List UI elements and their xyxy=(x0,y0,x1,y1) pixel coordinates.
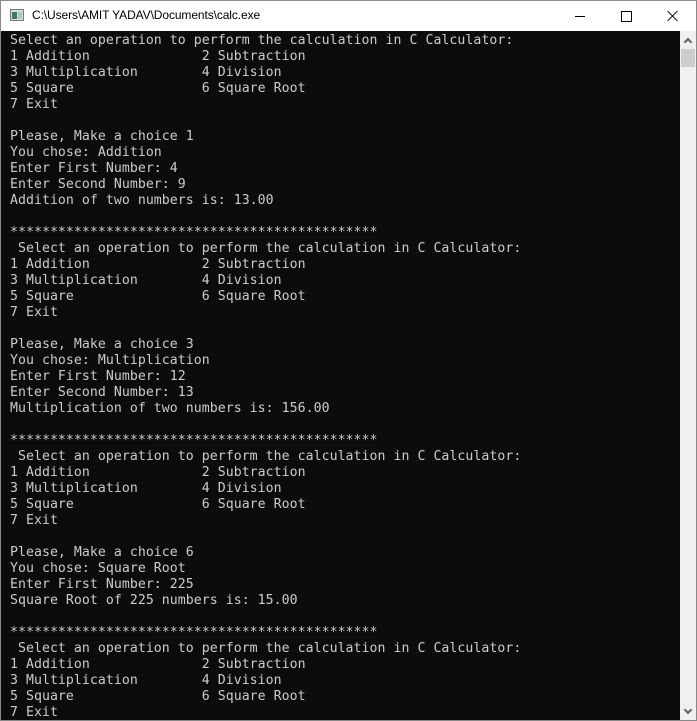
console-line: 3 Multiplication 4 Division xyxy=(10,673,282,688)
console-line: Enter Second Number: 13 xyxy=(10,385,194,400)
console-line: Please, Make a choice 3 xyxy=(10,337,194,352)
scroll-down-button[interactable] xyxy=(680,703,696,720)
console-line: Please, Make a choice 1 xyxy=(10,129,194,144)
console-line: 5 Square 6 Square Root xyxy=(10,81,306,96)
console-text: Select an operation to perform the calcu… xyxy=(1,31,680,720)
minimize-icon xyxy=(575,15,585,17)
console-line: Enter Second Number: 9 xyxy=(10,177,186,192)
console-line: 3 Multiplication 4 Division xyxy=(10,273,282,288)
console-line: Addition of two numbers is: 13.00 xyxy=(10,193,274,208)
maximize-button[interactable] xyxy=(603,1,649,31)
console-line: Enter First Number: 225 xyxy=(10,577,194,592)
console-window: C:\Users\AMIT YADAV\Documents\calc.exe S… xyxy=(0,0,697,721)
console-line: 1 Addition 2 Subtraction xyxy=(10,465,306,480)
console-line: 7 Exit xyxy=(10,513,58,528)
console-line: 5 Square 6 Square Root xyxy=(10,497,306,512)
chevron-up-icon xyxy=(683,37,693,46)
console-line: 7 Exit xyxy=(10,305,58,320)
vertical-scrollbar[interactable] xyxy=(680,31,696,720)
scrollbar-thumb[interactable] xyxy=(681,49,695,67)
window-title: C:\Users\AMIT YADAV\Documents\calc.exe xyxy=(32,8,261,22)
maximize-icon xyxy=(620,10,632,22)
console-line: 3 Multiplication 4 Division xyxy=(10,65,282,80)
console-line: Please, Make a choice 6 xyxy=(10,545,194,560)
console-line: Enter First Number: 12 xyxy=(10,369,186,384)
console-line: Select an operation to perform the calcu… xyxy=(10,641,522,656)
console-line: ****************************************… xyxy=(10,433,378,448)
console-line: Multiplication of two numbers is: 156.00 xyxy=(10,401,330,416)
console-line: 5 Square 6 Square Root xyxy=(10,689,306,704)
console-line: 1 Addition 2 Subtraction xyxy=(10,49,306,64)
console-line: Select an operation to perform the calcu… xyxy=(10,241,522,256)
console-app-icon[interactable] xyxy=(10,9,24,21)
console-line: You chose: Addition xyxy=(10,145,162,160)
title-bar[interactable]: C:\Users\AMIT YADAV\Documents\calc.exe xyxy=(1,1,696,31)
console-line: You chose: Multiplication xyxy=(10,353,210,368)
console-output[interactable]: Select an operation to perform the calcu… xyxy=(1,31,680,720)
scroll-up-button[interactable] xyxy=(680,31,696,48)
console-line: ****************************************… xyxy=(10,225,378,240)
console-line: 7 Exit xyxy=(10,705,58,720)
console-line: ****************************************… xyxy=(10,625,378,640)
console-line: Square Root of 225 numbers is: 15.00 xyxy=(10,593,298,608)
console-line: Enter First Number: 4 xyxy=(10,161,178,176)
console-line: Select an operation to perform the calcu… xyxy=(10,33,514,48)
console-line: You chose: Square Root xyxy=(10,561,186,576)
console-line: 1 Addition 2 Subtraction xyxy=(10,257,306,272)
chevron-down-icon xyxy=(683,705,693,714)
console-line: Select an operation to perform the calcu… xyxy=(10,449,522,464)
minimize-button[interactable] xyxy=(557,1,603,31)
console-line: 7 Exit xyxy=(10,97,58,112)
console-line: 1 Addition 2 Subtraction xyxy=(10,657,306,672)
console-line: 5 Square 6 Square Root xyxy=(10,289,306,304)
close-button[interactable] xyxy=(650,1,696,31)
close-icon xyxy=(667,10,679,22)
console-line: 3 Multiplication 4 Division xyxy=(10,481,282,496)
